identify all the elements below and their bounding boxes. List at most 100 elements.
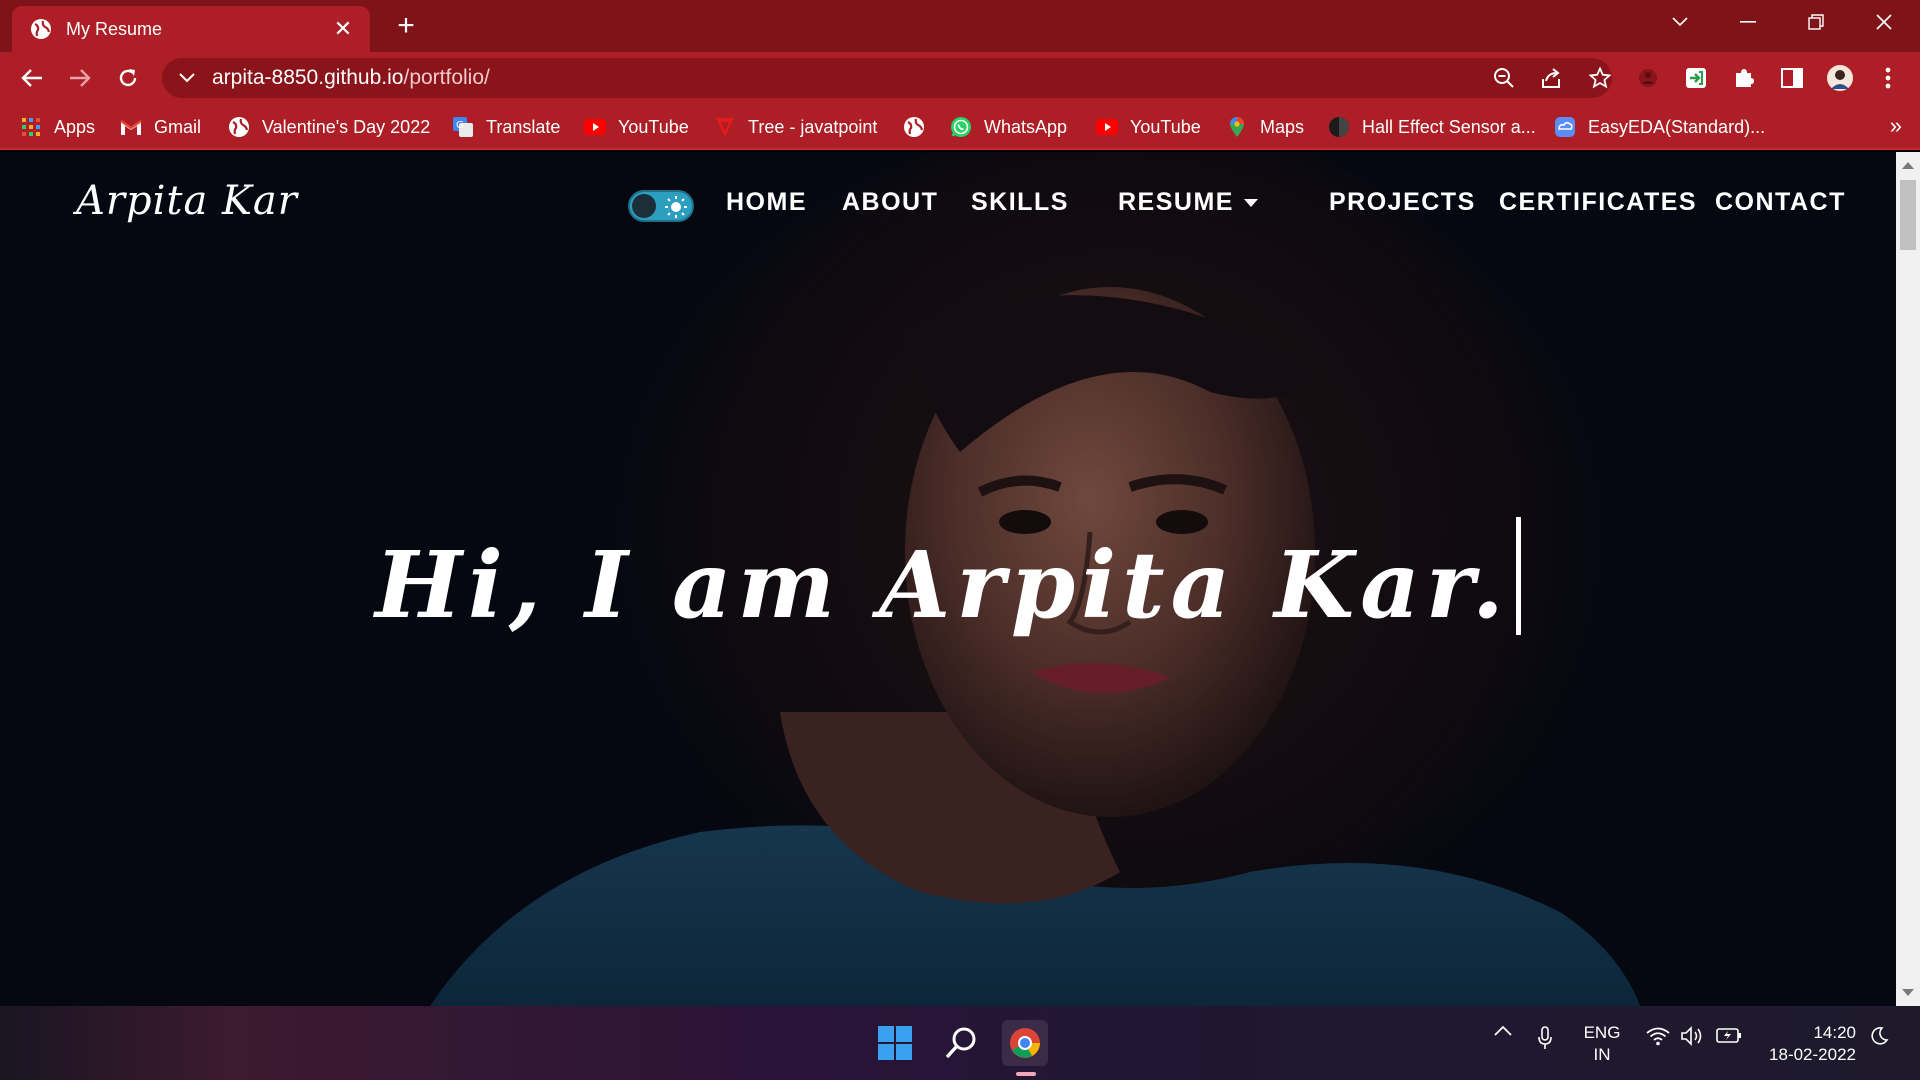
windows-taskbar: ENG IN 14:20 18-02-2022: [0, 1006, 1920, 1080]
nav-resume-dropdown[interactable]: RESUME: [1118, 188, 1258, 217]
bookmark-label: YouTube: [618, 116, 689, 137]
focus-moon-icon[interactable]: [1866, 1026, 1892, 1046]
theme-toggle-switch[interactable]: [628, 190, 694, 222]
sun-icon: [665, 196, 687, 218]
nav-resume-label: RESUME: [1118, 188, 1234, 216]
apps-grid-icon: [20, 116, 42, 138]
nav-certificates[interactable]: CERTIFICATES: [1499, 188, 1697, 217]
tray-overflow-chevron-icon[interactable]: [1490, 1026, 1516, 1036]
bookmark-easyeda[interactable]: EasyEDA(Standard)...: [1554, 113, 1765, 141]
bookmark-youtube-2[interactable]: YouTube: [1096, 113, 1201, 141]
bookmark-label: Valentine's Day 2022: [262, 116, 431, 137]
bookmark-label: Maps: [1260, 116, 1305, 137]
chrome-taskbar-icon[interactable]: [1002, 1020, 1048, 1066]
bookmark-label: Apps: [54, 116, 96, 137]
profile-avatar[interactable]: [1824, 62, 1856, 94]
maps-pin-icon: [1226, 116, 1248, 138]
clock-time: 14:20: [1813, 1023, 1856, 1042]
google-translate-icon: G: [452, 116, 474, 138]
svg-text:G: G: [456, 120, 464, 131]
gmail-icon: [120, 116, 142, 138]
zoom-icon[interactable]: [1488, 62, 1520, 94]
language-code: ENG: [1583, 1023, 1621, 1042]
minimize-icon[interactable]: [1714, 0, 1782, 44]
hero-greeting: Hi, I am Arpita Kar.: [0, 517, 1896, 639]
close-tab-icon[interactable]: ✕: [330, 16, 356, 42]
share-icon[interactable]: [1536, 62, 1568, 94]
bookmarks-bar: Apps Gmail Valentine's Day 2022 G Transl…: [0, 104, 1920, 150]
volume-icon[interactable]: [1678, 1026, 1706, 1046]
bookmark-globe[interactable]: [903, 113, 937, 141]
windows-start-icon[interactable]: [872, 1020, 918, 1066]
youtube-icon: [584, 116, 606, 138]
bookmark-label: WhatsApp: [984, 116, 1068, 137]
javatpoint-icon: [714, 116, 736, 138]
bookmark-youtube[interactable]: YouTube: [584, 113, 689, 141]
nav-home[interactable]: HOME: [726, 188, 807, 217]
battery-charging-icon[interactable]: [1714, 1026, 1744, 1044]
bookmark-label: EasyEDA(Standard)...: [1588, 116, 1766, 137]
restore-icon[interactable]: [1782, 0, 1850, 44]
system-clock[interactable]: 14:20 18-02-2022: [1760, 1022, 1856, 1066]
tab-search-chevron-icon[interactable]: [1646, 0, 1714, 44]
site-logo[interactable]: Arpita Kar: [76, 178, 298, 224]
bookmarks-overflow-button[interactable]: »: [1890, 113, 1902, 139]
bookmark-javatpoint[interactable]: Tree - javatpoint: [714, 113, 877, 141]
tab-strip: My Resume ✕ +: [0, 0, 1920, 52]
scroll-up-arrow-icon[interactable]: [1902, 162, 1914, 169]
extension-login-icon[interactable]: [1680, 62, 1712, 94]
side-panel-icon[interactable]: [1776, 62, 1808, 94]
nav-skills[interactable]: SKILLS: [971, 188, 1069, 217]
input-language-indicator[interactable]: ENG IN: [1576, 1022, 1628, 1066]
globe-icon: [228, 116, 250, 138]
bookmark-label: Translate: [486, 116, 561, 137]
scroll-down-arrow-icon[interactable]: [1902, 989, 1914, 996]
active-app-indicator: [1016, 1072, 1036, 1076]
youtube-icon: [1096, 116, 1118, 138]
globe-icon: [30, 18, 52, 40]
typing-cursor: [1515, 517, 1521, 635]
bookmark-valentines[interactable]: Valentine's Day 2022: [228, 113, 430, 141]
nav-about[interactable]: ABOUT: [842, 188, 938, 217]
browser-tab[interactable]: My Resume ✕: [12, 6, 370, 52]
microphone-icon[interactable]: [1532, 1026, 1558, 1050]
search-icon[interactable]: [938, 1020, 984, 1066]
bookmark-label: Gmail: [154, 116, 202, 137]
site-info-chevron-icon[interactable]: [176, 67, 198, 89]
nav-projects[interactable]: PROJECTS: [1329, 188, 1476, 217]
browser-toolbar: arpita-8850.github.io/portfolio/: [0, 52, 1920, 104]
bookmark-label: Hall Effect Sensor a...: [1362, 116, 1536, 137]
bookmark-apps[interactable]: Apps: [20, 113, 95, 141]
language-region: IN: [1593, 1045, 1611, 1064]
hero-greeting-text: Hi, I am Arpita Kar.: [375, 531, 1510, 639]
portfolio-page: Arpita Kar HOME ABOUT SKILLS RESUME PROJ…: [0, 152, 1896, 1006]
extension-profile-icon[interactable]: [1632, 62, 1664, 94]
reload-icon[interactable]: [112, 62, 144, 94]
scroll-thumb[interactable]: [1900, 180, 1916, 250]
whatsapp-icon: [950, 116, 972, 138]
menu-kebab-icon[interactable]: [1872, 62, 1904, 94]
new-tab-button[interactable]: +: [390, 11, 422, 43]
bookmark-star-icon[interactable]: [1584, 62, 1616, 94]
bookmark-translate[interactable]: G Translate: [452, 113, 560, 141]
extensions-puzzle-icon[interactable]: [1728, 62, 1760, 94]
bookmark-gmail[interactable]: Gmail: [120, 113, 201, 141]
back-icon[interactable]: [16, 62, 48, 94]
bookmark-label: Tree - javatpoint: [748, 116, 878, 137]
toggle-knob: [632, 194, 656, 218]
globe-icon: [903, 116, 925, 138]
forward-icon[interactable]: [64, 62, 96, 94]
bookmark-label: YouTube: [1130, 116, 1201, 137]
nav-contact[interactable]: CONTACT: [1715, 188, 1846, 217]
page-scrollbar[interactable]: [1896, 152, 1920, 1006]
url-text[interactable]: arpita-8850.github.io/portfolio/: [212, 66, 490, 90]
clock-date: 18-02-2022: [1769, 1045, 1856, 1064]
easyeda-icon: [1554, 116, 1576, 138]
tab-title: My Resume: [66, 18, 163, 39]
close-window-icon[interactable]: [1850, 0, 1918, 44]
bookmark-maps[interactable]: Maps: [1226, 113, 1304, 141]
bookmark-whatsapp[interactable]: WhatsApp: [950, 113, 1067, 141]
bookmark-hall-effect[interactable]: Hall Effect Sensor a...: [1328, 113, 1536, 141]
wifi-icon[interactable]: [1644, 1026, 1672, 1046]
address-bar[interactable]: arpita-8850.github.io/portfolio/: [162, 58, 1612, 98]
